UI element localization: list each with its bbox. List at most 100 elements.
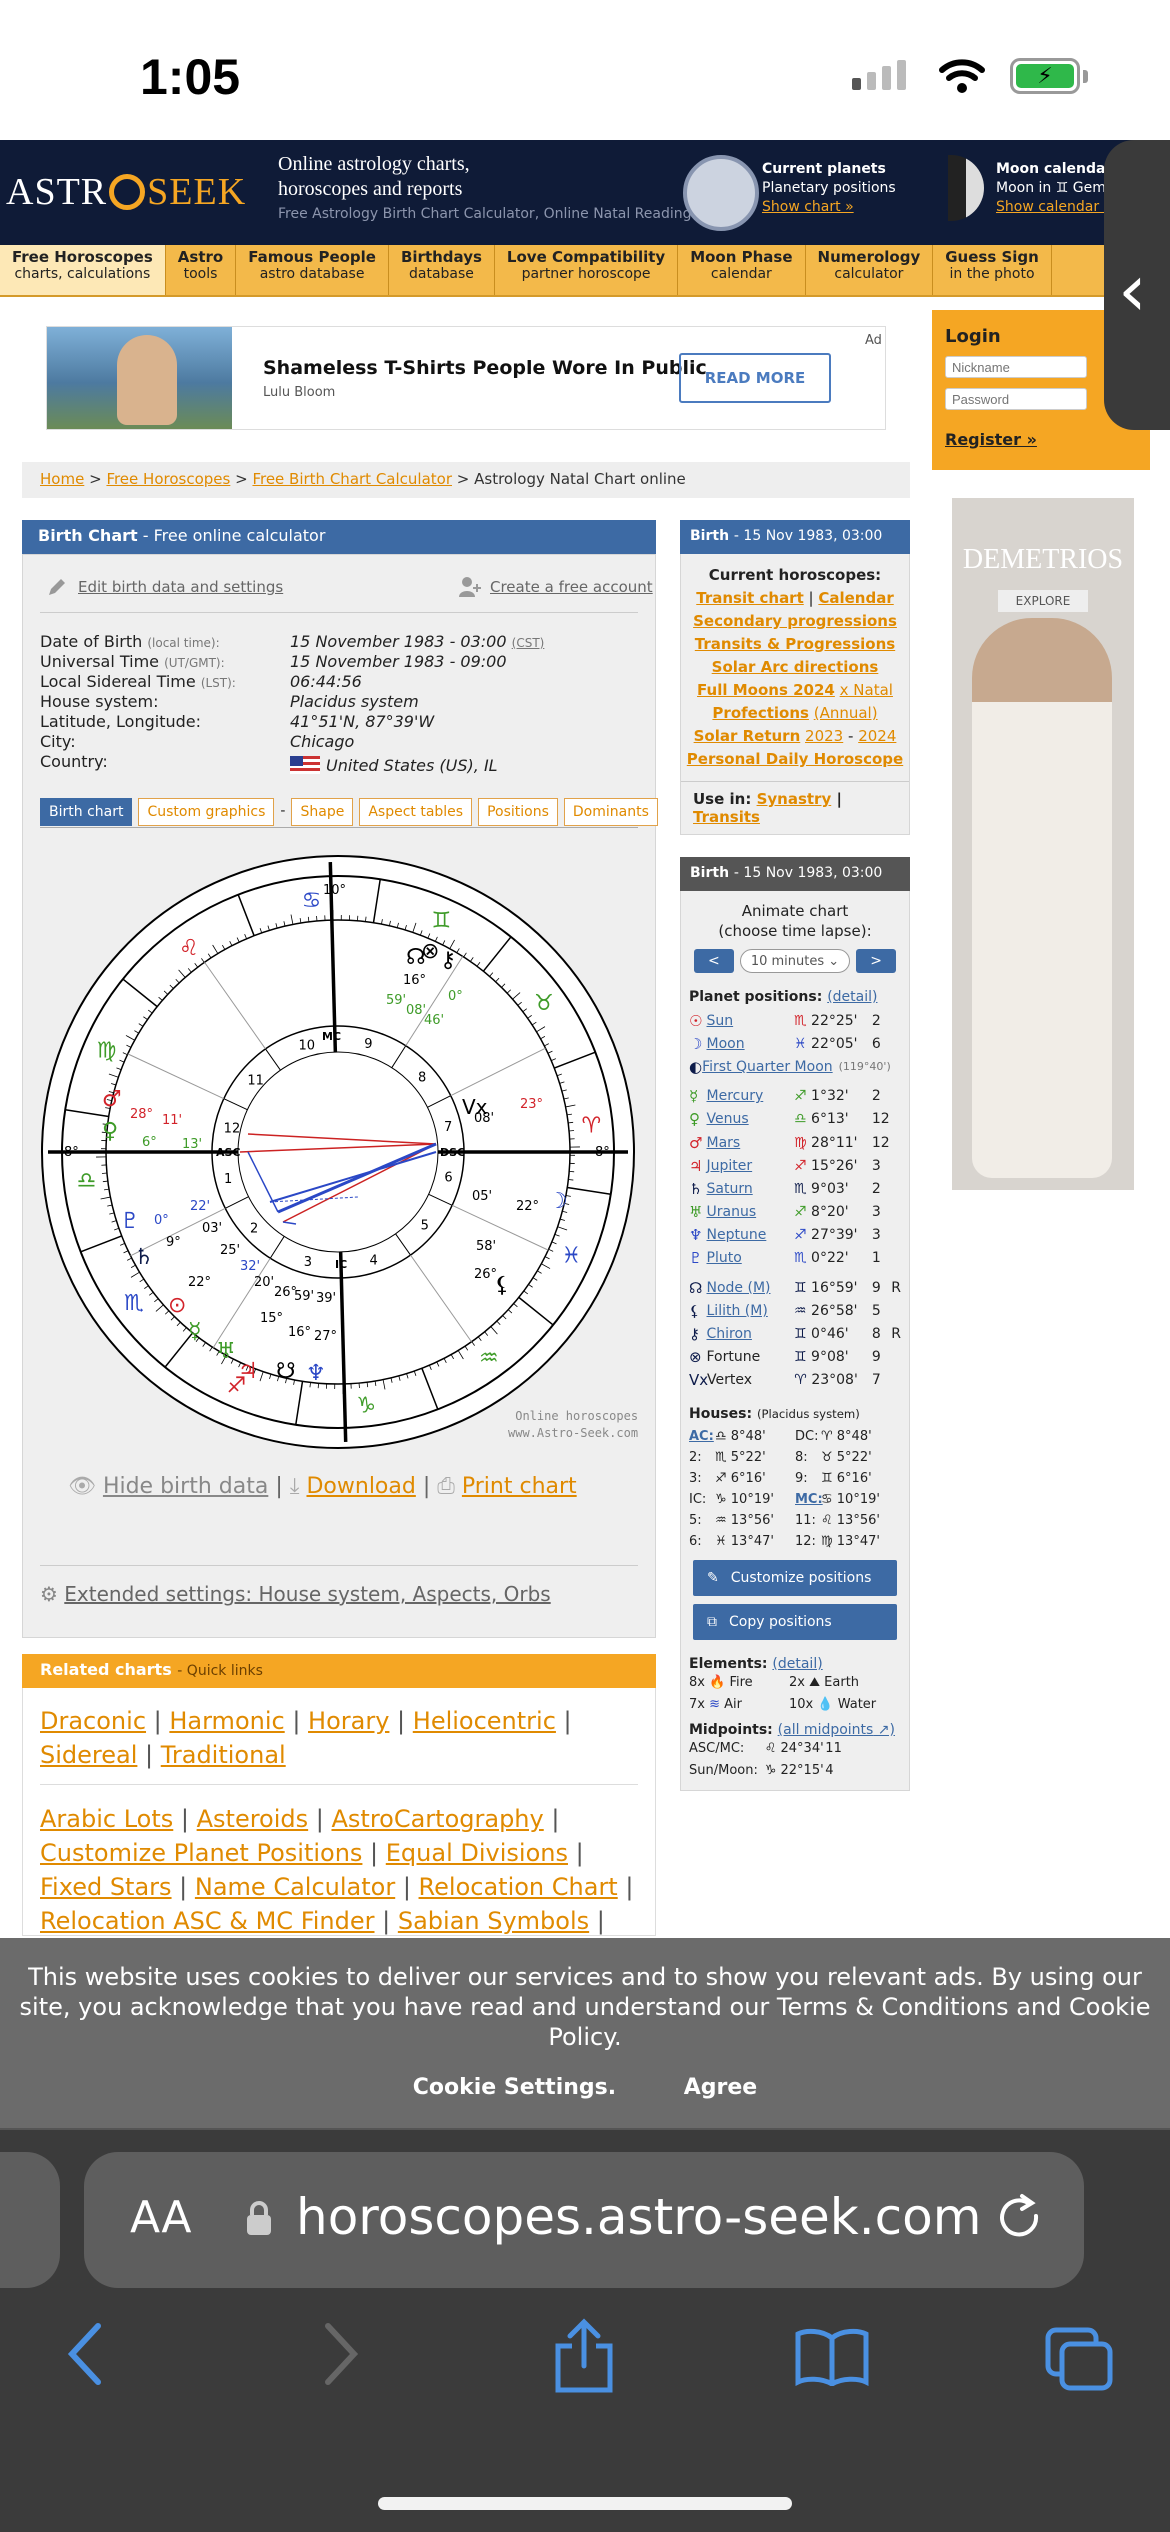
all-midpoints-link[interactable]: (all midpoints ↗) [778, 1722, 895, 1738]
elements-detail-link[interactable]: (detail) [772, 1656, 822, 1672]
calendar-link[interactable]: Calendar [818, 589, 893, 607]
planet-name[interactable]: Neptune [707, 1227, 795, 1243]
hide-birth-data-link[interactable]: Hide birth data [103, 1474, 268, 1499]
nav-numerology[interactable]: Numerology calculator [806, 245, 934, 295]
nav-moon-phase[interactable]: Moon Phase calendar [678, 245, 806, 295]
planet-name[interactable]: Mercury [707, 1088, 795, 1104]
planet-name[interactable]: Node (M) [707, 1280, 795, 1296]
breadcrumb-horoscopes[interactable]: Free Horoscopes [106, 470, 230, 488]
bookmarks-icon[interactable] [794, 2326, 870, 2386]
planet-name[interactable]: Jupiter [707, 1158, 795, 1174]
reader-settings-button[interactable]: AA [130, 2192, 191, 2243]
link-harmonic[interactable]: Harmonic [169, 1707, 284, 1735]
link-relocation-asc-mc[interactable]: Relocation ASC & MC Finder [40, 1907, 375, 1935]
planet-name[interactable]: Chiron [707, 1326, 795, 1342]
planet-name[interactable]: First Quarter Moon [702, 1059, 833, 1075]
tabs-icon[interactable] [1044, 2326, 1114, 2392]
transit-chart-link[interactable]: Transit chart [696, 589, 804, 607]
create-account-link[interactable]: Create a free account [490, 578, 653, 596]
planet-name[interactable]: Venus [707, 1111, 795, 1127]
nav-famous-people[interactable]: Famous People astro database [236, 245, 389, 295]
solar-return-link[interactable]: Solar Return [694, 727, 801, 745]
link-sidereal[interactable]: Sidereal [40, 1741, 137, 1769]
link-equal-divisions[interactable]: Equal Divisions [386, 1839, 568, 1867]
profections-link[interactable]: Profections [712, 704, 809, 722]
copy-positions-button[interactable]: ⧉ Copy positions [693, 1604, 897, 1640]
transits-progressions-link[interactable]: Transits & Progressions [695, 635, 895, 653]
download-link[interactable]: Download [306, 1474, 415, 1499]
tab-dominants[interactable]: Dominants [563, 798, 658, 826]
natal-chart-wheel[interactable]: 123 456789101112 ♈♉♊♋♌♍♎♏♐♑♒♓ ASC DSC MC … [38, 852, 638, 1452]
full-moons-link[interactable]: Full Moons 2024 [697, 681, 835, 699]
current-planets-box[interactable]: Current planets Planetary positions Show… [762, 160, 896, 217]
sidebar-ad[interactable]: DEMETRIOS EXPLORE [952, 498, 1134, 1190]
synastry-link[interactable]: Synastry [757, 790, 832, 808]
print-chart-link[interactable]: Print chart [462, 1474, 577, 1499]
time-lapse-select[interactable]: 10 minutes ⌄ [739, 949, 851, 973]
planet-name[interactable]: Lilith (M) [707, 1303, 795, 1319]
register-link[interactable]: Register » [945, 430, 1037, 449]
previous-tab-card[interactable] [0, 2152, 60, 2288]
detail-link[interactable]: (detail) [827, 989, 877, 1005]
tab-custom-graphics[interactable]: Custom graphics [138, 798, 275, 826]
astro-seek-logo[interactable]: ASTR SEEK [6, 170, 246, 214]
nav-birthdays[interactable]: Birthdays database [389, 245, 495, 295]
forward-icon[interactable] [318, 2320, 362, 2388]
link-sabian-symbols[interactable]: Sabian Symbols [398, 1907, 589, 1935]
planet-name[interactable]: Mars [707, 1135, 795, 1151]
moon-calendar-box[interactable]: Moon calendar Moon in ♊ Gem Show calenda… [996, 160, 1112, 217]
link-traditional[interactable]: Traditional [161, 1741, 286, 1769]
planet-name[interactable]: Uranus [707, 1204, 795, 1220]
animate-next-button[interactable]: > [856, 949, 897, 973]
ad-read-more-button[interactable]: READ MORE [679, 353, 831, 403]
link-horary[interactable]: Horary [308, 1707, 389, 1735]
side-panel-handle[interactable]: ‹ [1104, 140, 1170, 430]
planets-chart-icon[interactable] [683, 155, 759, 231]
url-text[interactable]: horoscopes.astro-seek.com [296, 2188, 981, 2246]
breadcrumb-home[interactable]: Home [40, 470, 84, 488]
full-moons-natal-link[interactable]: x Natal [840, 681, 893, 699]
nav-guess-sign[interactable]: Guess Sign in the photo [933, 245, 1052, 295]
back-icon[interactable] [64, 2320, 108, 2388]
nickname-input[interactable] [945, 356, 1087, 378]
solar-arc-link[interactable]: Solar Arc directions [712, 658, 879, 676]
solar-return-2024[interactable]: 2024 [858, 727, 896, 745]
tab-aspect-tables[interactable]: Aspect tables [359, 798, 473, 826]
planet-name[interactable]: Saturn [707, 1181, 795, 1197]
secondary-progressions-link[interactable]: Secondary progressions [693, 612, 897, 630]
tab-shape[interactable]: Shape [291, 798, 354, 826]
customize-positions-button[interactable]: ✎ Customize positions [693, 1560, 897, 1596]
password-input[interactable] [945, 388, 1087, 410]
link-customize-planet-positions[interactable]: Customize Planet Positions [40, 1839, 362, 1867]
link-arabic-lots[interactable]: Arabic Lots [40, 1805, 173, 1833]
link-name-calculator[interactable]: Name Calculator [195, 1873, 395, 1901]
link-relocation-chart[interactable]: Relocation Chart [419, 1873, 618, 1901]
reload-icon[interactable] [992, 2190, 1048, 2246]
nav-love-compatibility[interactable]: Love Compatibility partner horoscope [495, 245, 679, 295]
solar-return-2023[interactable]: 2023 [805, 727, 843, 745]
share-icon[interactable] [552, 2318, 616, 2394]
nav-astro-tools[interactable]: Astro tools [166, 245, 237, 295]
breadcrumb-calculator[interactable]: Free Birth Chart Calculator [252, 470, 452, 488]
planet-name[interactable]: Sun [707, 1013, 795, 1029]
cookie-settings-button[interactable]: Cookie Settings. [413, 2075, 616, 2100]
animate-prev-button[interactable]: < [693, 949, 734, 973]
profections-annual-link[interactable]: (Annual) [814, 704, 878, 722]
nav-free-horoscopes[interactable]: Free Horoscopes charts, calculations [0, 245, 166, 295]
ad-explore-button[interactable]: EXPLORE [998, 590, 1088, 612]
transits-link[interactable]: Transits [693, 808, 760, 826]
tab-positions[interactable]: Positions [478, 798, 558, 826]
planet-name[interactable]: Moon [707, 1036, 795, 1052]
edit-birth-data-link[interactable]: Edit birth data and settings [78, 578, 283, 596]
personal-daily-horoscope-link[interactable]: Personal Daily Horoscope [687, 750, 903, 768]
link-asteroids[interactable]: Asteroids [197, 1805, 309, 1833]
link-fixed-stars[interactable]: Fixed Stars [40, 1873, 172, 1901]
planet-name[interactable]: Pluto [707, 1250, 795, 1266]
show-calendar-link[interactable]: Show calendar » [996, 198, 1112, 217]
show-chart-link[interactable]: Show chart » [762, 198, 896, 217]
ad-banner[interactable]: Shameless T-Shirts People Wore In Public… [46, 326, 886, 430]
cookie-agree-button[interactable]: Agree [684, 2075, 757, 2100]
tab-birth-chart[interactable]: Birth chart [40, 798, 133, 826]
link-astrocartography[interactable]: AstroCartography [331, 1805, 543, 1833]
link-heliocentric[interactable]: Heliocentric [413, 1707, 556, 1735]
